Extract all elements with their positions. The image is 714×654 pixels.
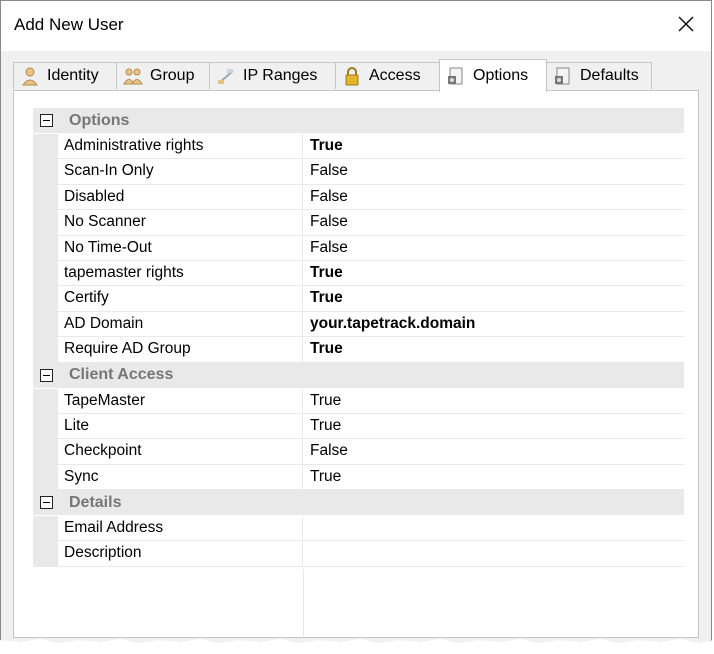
tab-access[interactable]: Access bbox=[335, 62, 440, 89]
property-grid: Options Administrative rights True Scan-I… bbox=[33, 108, 684, 567]
property-value[interactable]: False bbox=[303, 439, 684, 465]
category-label: Client Access bbox=[69, 366, 174, 384]
column-divider bbox=[303, 569, 304, 637]
property-row[interactable]: Scan-In Only False bbox=[33, 159, 684, 185]
window-title: Add New User bbox=[14, 15, 124, 34]
property-value[interactable]: your.tapetrack.domain bbox=[303, 312, 684, 338]
collapse-icon[interactable] bbox=[40, 496, 53, 510]
category-label: Options bbox=[69, 111, 130, 129]
property-value[interactable]: True bbox=[303, 389, 684, 414]
property-row[interactable]: No Time-Out False bbox=[33, 235, 684, 261]
tab-defaults[interactable]: Defaults bbox=[546, 62, 652, 89]
tab-group[interactable]: Group bbox=[116, 62, 210, 89]
collapse-icon[interactable] bbox=[40, 368, 53, 382]
property-row[interactable]: Email Address bbox=[33, 516, 684, 542]
user-icon bbox=[22, 67, 38, 86]
property-name: Lite bbox=[58, 413, 303, 440]
property-value[interactable]: True bbox=[303, 465, 684, 491]
property-value[interactable]: False bbox=[303, 236, 684, 261]
property-name: TapeMaster bbox=[58, 388, 303, 414]
property-value[interactable]: False bbox=[303, 185, 684, 211]
torn-edge bbox=[0, 639, 714, 654]
lock-icon bbox=[345, 67, 359, 86]
tab-options[interactable]: Options bbox=[439, 59, 547, 92]
property-value[interactable]: True bbox=[303, 134, 684, 160]
property-value[interactable]: False bbox=[303, 159, 684, 185]
property-row[interactable]: Disabled False bbox=[33, 184, 684, 211]
property-row[interactable]: Description bbox=[33, 541, 684, 567]
property-row[interactable]: Require AD Group True bbox=[33, 337, 684, 363]
add-new-user-dialog: Add New User Identity Group IP Ranges Ac… bbox=[0, 0, 712, 652]
property-name: No Time-Out bbox=[58, 235, 303, 261]
tab-label: Access bbox=[369, 67, 421, 84]
property-row[interactable]: AD Domain your.tapetrack.domain bbox=[33, 311, 684, 338]
collapse-icon[interactable] bbox=[40, 114, 53, 127]
category-client-access[interactable]: Client Access bbox=[33, 362, 684, 389]
property-name: Disabled bbox=[58, 184, 303, 211]
property-row[interactable]: Administrative rights True bbox=[33, 134, 684, 160]
options-icon bbox=[448, 67, 463, 85]
property-name: Scan-In Only bbox=[58, 159, 303, 185]
tab-label: IP Ranges bbox=[243, 67, 318, 84]
property-value[interactable]: True bbox=[303, 337, 684, 363]
property-value[interactable] bbox=[303, 516, 684, 542]
property-name: Sync bbox=[58, 464, 303, 491]
network-icon bbox=[218, 69, 234, 84]
property-row[interactable]: Checkpoint False bbox=[33, 439, 684, 465]
options-panel: Options Administrative rights True Scan-I… bbox=[13, 90, 699, 638]
category-details[interactable]: Details bbox=[33, 490, 684, 517]
property-name: Checkpoint bbox=[58, 439, 303, 465]
property-name: Require AD Group bbox=[58, 337, 303, 363]
property-name: Description bbox=[58, 541, 303, 567]
property-name: Email Address bbox=[58, 516, 303, 542]
defaults-icon bbox=[555, 67, 570, 85]
property-value[interactable]: True bbox=[303, 286, 684, 312]
property-name: No Scanner bbox=[58, 210, 303, 236]
tab-label: Identity bbox=[47, 67, 99, 84]
property-value[interactable] bbox=[303, 541, 684, 567]
property-name: Administrative rights bbox=[58, 134, 303, 160]
property-row[interactable]: tapemaster rights True bbox=[33, 260, 684, 287]
tab-identity[interactable]: Identity bbox=[13, 62, 117, 89]
category-label: Details bbox=[69, 493, 122, 511]
property-value[interactable]: True bbox=[303, 261, 684, 287]
close-icon[interactable] bbox=[675, 13, 697, 35]
category-options[interactable]: Options bbox=[33, 108, 684, 134]
tab-label: Group bbox=[150, 67, 195, 84]
property-row[interactable]: No Scanner False bbox=[33, 210, 684, 236]
property-row[interactable]: Sync True bbox=[33, 464, 684, 491]
title-bar: Add New User bbox=[1, 1, 711, 51]
property-row[interactable]: TapeMaster True bbox=[33, 388, 684, 414]
tab-label: Defaults bbox=[580, 67, 639, 84]
property-row[interactable]: Lite True bbox=[33, 413, 684, 440]
property-name: Certify bbox=[58, 286, 303, 312]
property-name: AD Domain bbox=[58, 311, 303, 338]
property-value[interactable]: False bbox=[303, 210, 684, 236]
property-row[interactable]: Certify True bbox=[33, 286, 684, 312]
property-value[interactable]: True bbox=[303, 414, 684, 440]
tab-label: Options bbox=[473, 67, 529, 84]
property-name: tapemaster rights bbox=[58, 260, 303, 287]
tab-ip-ranges[interactable]: IP Ranges bbox=[209, 62, 336, 89]
group-icon bbox=[123, 68, 143, 85]
